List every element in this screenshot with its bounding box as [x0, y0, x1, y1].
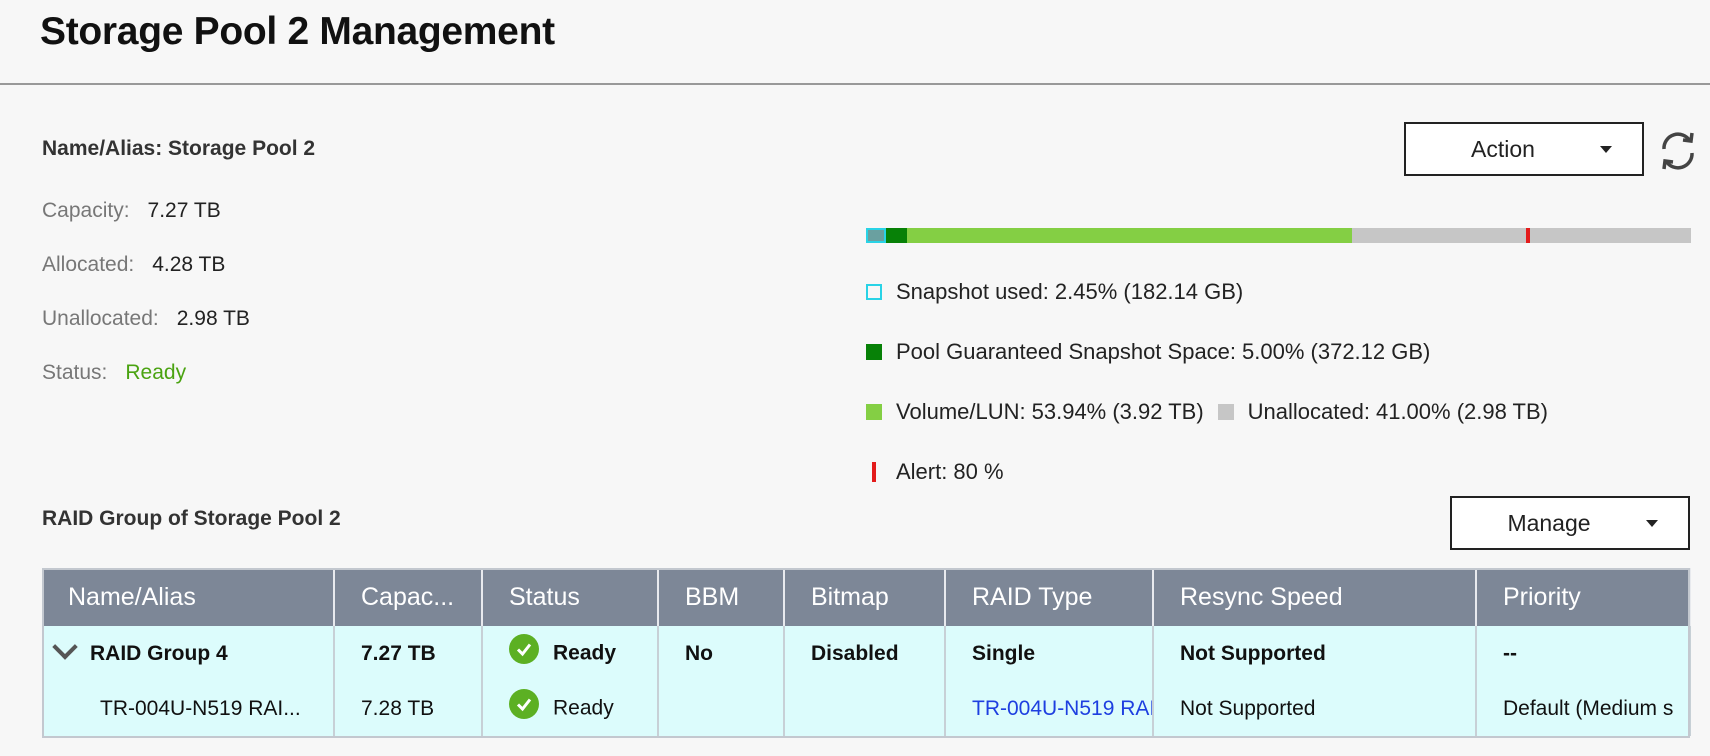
table-row[interactable]: RAID Group 4 7.27 TB Ready No Disabled S… [42, 626, 1691, 681]
status-value: Ready [125, 361, 187, 384]
raid-group-name: RAID Group 4 [90, 641, 228, 665]
legend-alert-value: 80 % [953, 459, 1004, 484]
manage-label: Manage [1507, 509, 1591, 536]
status-text: Ready [553, 696, 614, 720]
cell-resync-speed: Not Supported [1153, 681, 1477, 736]
raid-type-link[interactable]: TR-004U-N519 RAI [972, 697, 1151, 720]
cell-status: Ready [482, 681, 659, 736]
action-label: Action [1471, 135, 1535, 162]
cell-resync-speed: Not Supported [1153, 626, 1477, 681]
unallocated-label: Unallocated: [42, 307, 159, 330]
usage-bar-alert-marker [1526, 228, 1530, 243]
unallocated-value: 2.98 TB [176, 307, 250, 330]
legend-unallocated-name: Unallocated: [1247, 399, 1370, 424]
unallocated-row: Unallocated: 2.98 TB [42, 307, 250, 331]
cell-raid-type: TR-004U-N519 RAI [945, 681, 1154, 736]
cell-status: Ready [482, 626, 659, 681]
unallocated-swatch-icon [1217, 404, 1234, 420]
allocated-label: Allocated: [42, 253, 135, 276]
usage-bar-snapshot-used [866, 228, 887, 243]
legend-volume-value: 53.94% (3.92 TB) [1031, 399, 1204, 424]
status-label: Status: [42, 361, 108, 384]
capacity-value: 7.27 TB [147, 199, 221, 222]
table-header-row: Name/Alias Capac... Status BBM Bitmap RA… [42, 568, 1691, 626]
cell-bitmap: Disabled [784, 626, 946, 681]
raid-section-title: RAID Group of Storage Pool 2 [42, 507, 341, 530]
snapshot-swatch-icon [866, 284, 882, 300]
column-header-bitmap[interactable]: Bitmap [784, 568, 946, 626]
legend-snapshot-name: Snapshot used: [896, 279, 1049, 304]
ready-check-icon [509, 688, 539, 719]
header-divider [0, 83, 1710, 85]
status-text: Ready [553, 641, 617, 665]
usage-bar-volume [866, 228, 1353, 243]
capacity-row: Capacity: 7.27 TB [42, 199, 221, 223]
cell-bbm [658, 681, 785, 736]
refresh-icon[interactable] [1656, 127, 1700, 175]
chevron-down-icon[interactable] [52, 633, 78, 660]
allocated-value: 4.28 TB [152, 253, 226, 276]
guaranteed-swatch-icon [866, 344, 882, 360]
column-header-bbm[interactable]: BBM [658, 568, 785, 626]
status-row: Status: Ready [42, 361, 186, 385]
legend-guaranteed-value: 5.00% (372.12 GB) [1242, 339, 1431, 364]
pool-name-alias: Name/Alias: Storage Pool 2 [42, 137, 316, 160]
cell-bbm: No [658, 626, 785, 681]
cell-bitmap [784, 681, 946, 736]
chevron-down-icon [1600, 145, 1612, 153]
page-title: Storage Pool 2 Management [40, 10, 555, 53]
legend-snapshot: Snapshot used: 2.45% (182.14 GB) [866, 279, 1243, 305]
ready-check-icon [509, 633, 539, 664]
column-header-capacity[interactable]: Capac... [334, 568, 483, 626]
column-header-resync-speed[interactable]: Resync Speed [1153, 568, 1477, 626]
manage-dropdown-button[interactable]: Manage [1450, 496, 1690, 550]
capacity-label: Capacity: [42, 199, 130, 222]
legend-guaranteed: Pool Guaranteed Snapshot Space: 5.00% (3… [866, 339, 1430, 365]
legend-guaranteed-name: Pool Guaranteed Snapshot Space: [896, 339, 1237, 364]
cell-capacity: 7.28 TB [334, 681, 483, 736]
alert-marker-icon [872, 462, 876, 482]
action-dropdown-button[interactable]: Action [1404, 122, 1644, 176]
legend-snapshot-value: 2.45% (182.14 GB) [1054, 279, 1244, 304]
column-header-status[interactable]: Status [482, 568, 659, 626]
column-header-priority[interactable]: Priority [1476, 568, 1691, 626]
cell-priority: Default (Medium s [1476, 681, 1691, 736]
cell-priority: -- [1476, 626, 1691, 681]
chevron-down-icon [1646, 519, 1658, 527]
legend-volume-unallocated: Volume/LUN: 53.94% (3.92 TB) Unallocated… [866, 399, 1548, 425]
legend-alert-name: Alert: [896, 459, 948, 484]
cell-name: TR-004U-N519 RAI... [42, 681, 335, 736]
legend-alert: Alert: 80 % [866, 459, 1004, 485]
column-header-name[interactable]: Name/Alias [42, 568, 335, 626]
volume-swatch-icon [866, 404, 882, 420]
allocated-row: Allocated: 4.28 TB [42, 253, 225, 277]
legend-volume-name: Volume/LUN: [896, 399, 1026, 424]
legend-unallocated-value: 41.00% (2.98 TB) [1375, 399, 1548, 424]
cell-raid-type: Single [945, 626, 1154, 681]
raid-group-table: Name/Alias Capac... Status BBM Bitmap RA… [42, 568, 1691, 736]
cell-name: RAID Group 4 [42, 626, 335, 681]
table-row[interactable]: TR-004U-N519 RAI... 7.28 TB Ready TR-004… [42, 681, 1691, 736]
column-header-raid-type[interactable]: RAID Type [945, 568, 1154, 626]
usage-bar [866, 228, 1691, 243]
cell-capacity: 7.27 TB [334, 626, 483, 681]
